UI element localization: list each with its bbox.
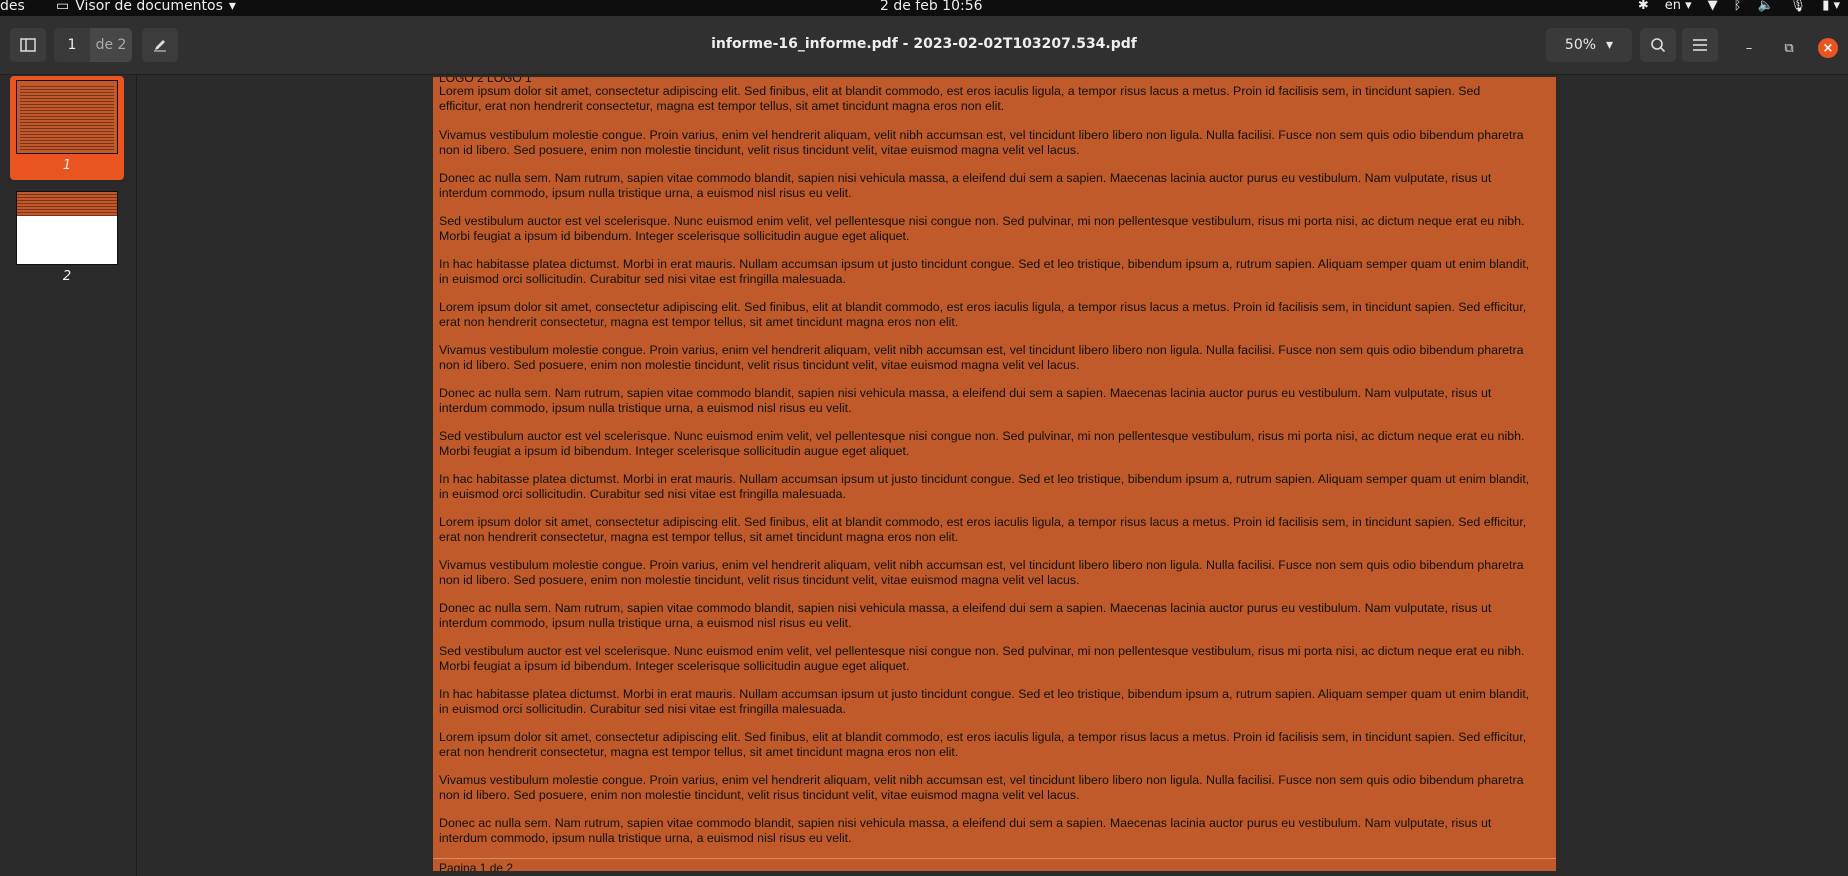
zoom-value: 50% (1564, 37, 1597, 53)
maximize-icon: ⧉ (1784, 40, 1794, 56)
page-footer: Pagina 1 de 2 (439, 861, 514, 871)
pdf-page: LOGO 2 LOGO 1 Lorem ipsum dolor sit amet… (433, 77, 1556, 871)
wifi-icon[interactable]: ▼ (1708, 0, 1718, 13)
document-app-icon: ▭ (56, 0, 70, 14)
page-thumbnail-image (16, 191, 118, 265)
paragraph: Vivamus vestibulum molestie congue. Proi… (439, 773, 1524, 802)
paragraph: Lorem ipsum dolor sit amet, consectetur … (439, 300, 1527, 329)
paragraph: Vivamus vestibulum molestie congue. Proi… (439, 558, 1524, 587)
page-thumbnail-image (16, 80, 118, 154)
search-button[interactable] (1640, 28, 1676, 62)
volume-icon[interactable]: 🔈 (1757, 0, 1773, 13)
slack-icon[interactable]: ✱ (1638, 0, 1649, 13)
bluetooth-icon[interactable]: ᛒ (1734, 0, 1742, 13)
close-icon: × (1822, 40, 1834, 56)
menu-icon (1693, 39, 1707, 51)
paragraph: efficitur, erat non hendrerit consectetu… (439, 99, 1005, 113)
system-tray[interactable]: ✱ en ▾ ▼ ᛒ 🔈 🎙 ▮ ▾ (1638, 0, 1840, 13)
thumbnail-page-2[interactable]: 2 (10, 187, 124, 291)
maximize-button[interactable]: ⧉ (1779, 38, 1799, 58)
thumbnail-sidebar: 1 2 (0, 75, 137, 876)
chevron-down-icon: ▾ (228, 0, 236, 14)
minimize-icon: – (1745, 40, 1753, 56)
paragraph: Sed vestibulum auctor est vel scelerisqu… (439, 214, 1525, 243)
paragraph: Lorem ipsum dolor sit amet, consectetur … (439, 730, 1527, 759)
clock[interactable]: 2 de feb 10:56 (880, 0, 983, 14)
paragraph: Sed vestibulum auctor est vel scelerisqu… (439, 429, 1525, 458)
paragraph: Donec ac nulla sem. Nam rutrum, sapien v… (439, 171, 1492, 200)
search-icon (1651, 38, 1666, 53)
main-menu-button[interactable] (1682, 28, 1718, 62)
paragraph: Donec ac nulla sem. Nam rutrum, sapien v… (439, 816, 1492, 845)
thumbnail-label: 2 (62, 269, 72, 284)
app-menu[interactable]: ▭ Visor de documentos ▾ (56, 0, 236, 14)
paragraph: Vivamus vestibulum molestie congue. Proi… (439, 343, 1524, 372)
paragraph: In hac habitasse platea dictumst. Morbi … (439, 472, 1530, 501)
thumbnail-label: 1 (62, 158, 72, 173)
zoom-selector[interactable]: 50% ▾ (1546, 28, 1632, 62)
paragraph: In hac habitasse platea dictumst. Morbi … (439, 687, 1530, 716)
activities-button[interactable]: des (0, 0, 25, 14)
paragraph: Sed vestibulum auctor est vel scelerisqu… (439, 644, 1525, 673)
battery-icon[interactable]: ▮ ▾ (1822, 0, 1840, 13)
thumbnail-page-1[interactable]: 1 (10, 76, 124, 180)
app-name: Visor de documentos (75, 0, 223, 14)
language-indicator[interactable]: en ▾ (1665, 0, 1692, 13)
header-bar: 1 de 2 informe-16_informe.pdf - 2023-02-… (0, 16, 1848, 75)
paragraph: In hac habitasse platea dictumst. Morbi … (439, 257, 1530, 286)
mic-icon[interactable]: 🎙 (1790, 0, 1807, 13)
minimize-button[interactable]: – (1739, 38, 1759, 58)
system-top-bar: des ▭ Visor de documentos ▾ 2 de feb 10:… (0, 0, 1848, 16)
paragraph: Donec ac nulla sem. Nam rutrum, sapien v… (439, 386, 1492, 415)
paragraph: Vivamus vestibulum molestie congue. Proi… (439, 128, 1524, 157)
paragraph: Lorem ipsum dolor sit amet, consectetur … (439, 515, 1527, 544)
paragraph: Donec ac nulla sem. Nam rutrum, sapien v… (439, 601, 1492, 630)
document-view[interactable]: LOGO 2 LOGO 1 Lorem ipsum dolor sit amet… (137, 75, 1848, 876)
footer-divider (433, 858, 1556, 859)
chevron-down-icon: ▾ (1606, 37, 1614, 53)
close-button[interactable]: × (1818, 38, 1838, 58)
paragraph-fragment: Lorem ipsum dolor sit amet, consectetur … (439, 84, 1481, 98)
